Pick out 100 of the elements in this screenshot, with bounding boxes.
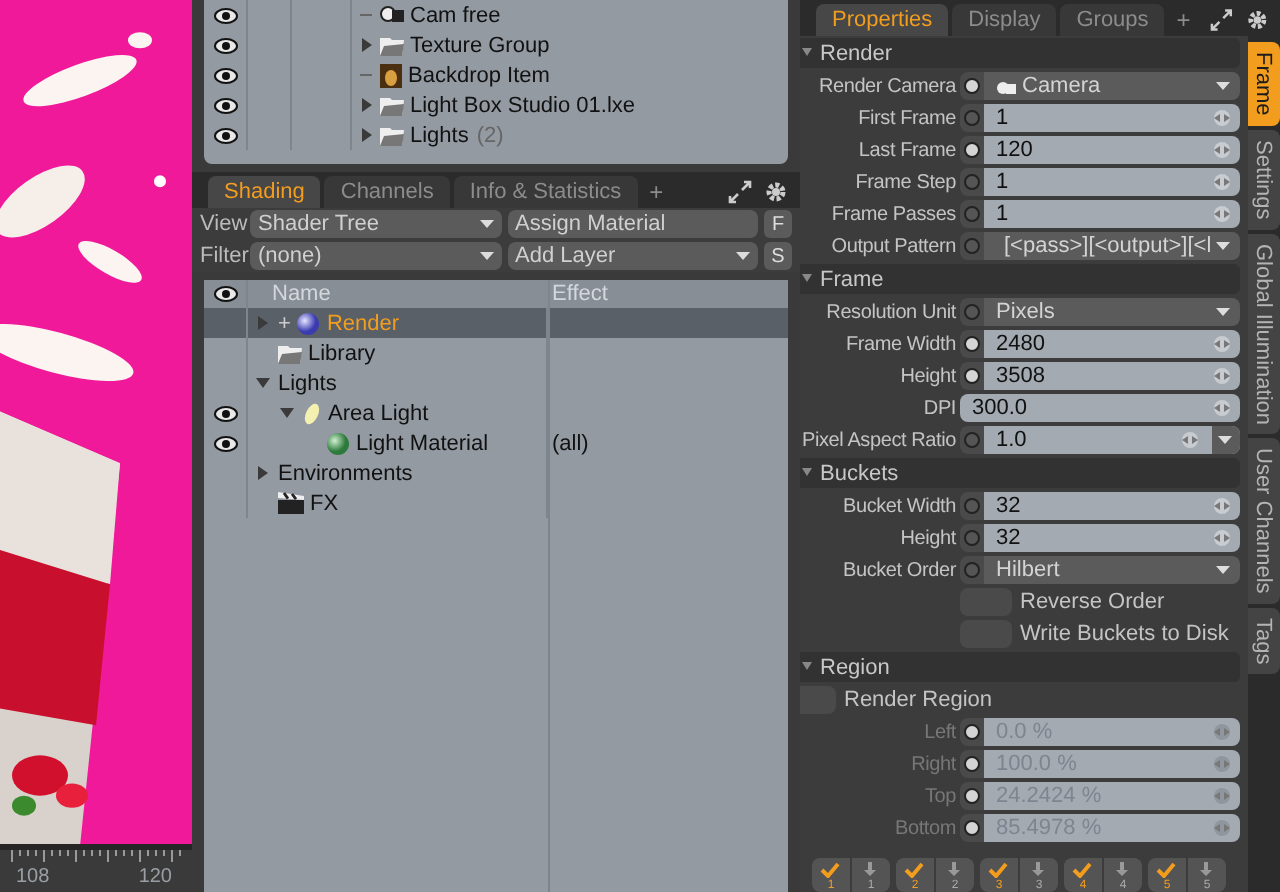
dropdown[interactable]: Hilbert: [984, 556, 1240, 584]
eye-icon[interactable]: [213, 286, 237, 302]
panel-tab[interactable]: Shading: [208, 176, 321, 208]
stepper-icon[interactable]: [1209, 530, 1234, 546]
action-button[interactable]: Add Layer: [507, 242, 758, 270]
number-field[interactable]: 1.0: [984, 426, 1240, 454]
number-field[interactable]: 300.0: [960, 394, 1240, 422]
column-header[interactable]: Name: [248, 282, 548, 306]
side-tab[interactable]: Frame: [1247, 42, 1280, 126]
action-button[interactable]: Assign Material: [507, 210, 758, 238]
panel-tab[interactable]: Display: [952, 4, 1057, 36]
section-header[interactable]: Buckets: [800, 458, 1240, 488]
channel-dot[interactable]: [964, 432, 980, 448]
stepper-icon[interactable]: [1209, 110, 1234, 126]
key-button[interactable]: S: [764, 242, 792, 270]
expand-arrow-icon[interactable]: [256, 466, 270, 480]
tree-row[interactable]: FX: [204, 488, 788, 518]
tree-row[interactable]: Light Material (all): [204, 428, 788, 458]
expand-icon[interactable]: [1210, 8, 1234, 32]
collapse-arrow-icon[interactable]: [802, 662, 812, 672]
item-row[interactable]: Texture Group: [204, 30, 788, 60]
tree-row[interactable]: Lights: [204, 368, 788, 398]
stepper-icon[interactable]: [1209, 174, 1234, 190]
channel-dot[interactable]: [964, 78, 980, 94]
panel-tab[interactable]: Channels: [324, 176, 450, 208]
stepper-icon[interactable]: [1209, 336, 1234, 352]
expand-icon[interactable]: [728, 180, 752, 204]
tree-row[interactable]: Environments: [204, 458, 788, 488]
collapse-arrow-icon[interactable]: [802, 468, 812, 478]
column-header[interactable]: Effect: [548, 282, 748, 306]
section-header[interactable]: Region: [800, 652, 1240, 682]
add-tab-button[interactable]: +: [641, 176, 672, 208]
settings-icon[interactable]: [764, 180, 788, 204]
eye-icon[interactable]: [213, 37, 237, 53]
key-button[interactable]: F: [764, 210, 792, 238]
channel-dot[interactable]: [964, 498, 980, 514]
panel-tab[interactable]: Properties: [816, 4, 949, 36]
channel-dot[interactable]: [964, 238, 980, 254]
add-tab-button[interactable]: +: [1168, 4, 1199, 36]
tree-row[interactable]: Area Light: [204, 398, 788, 428]
side-tab[interactable]: Tags: [1247, 607, 1280, 675]
layer-name: Library: [308, 341, 376, 365]
text-field[interactable]: [<pass>][<output>][<l: [984, 232, 1240, 260]
tree-row[interactable]: + Render: [204, 308, 788, 338]
add-icon[interactable]: +: [278, 311, 291, 335]
channel-dot[interactable]: [964, 142, 980, 158]
side-tab[interactable]: Settings: [1247, 129, 1280, 230]
dropdown[interactable]: Camera: [984, 72, 1240, 100]
expand-arrow-icon[interactable]: [359, 38, 373, 52]
stepper-icon[interactable]: [1209, 498, 1234, 514]
number-field[interactable]: 1: [984, 104, 1240, 132]
eye-icon[interactable]: [213, 7, 237, 23]
stepper-icon[interactable]: [1209, 206, 1234, 222]
stepper-icon[interactable]: [1209, 400, 1234, 416]
number-field[interactable]: 32: [984, 524, 1240, 552]
stepper-icon[interactable]: [1209, 368, 1234, 384]
item-row[interactable]: Cam free: [204, 0, 788, 30]
tree-row[interactable]: Library: [204, 338, 788, 368]
dropdown[interactable]: Pixels: [984, 298, 1240, 326]
channel-dot[interactable]: [964, 110, 980, 126]
settings-icon[interactable]: [1245, 8, 1268, 32]
item-row[interactable]: Light Box Studio 01.lxe: [204, 90, 788, 120]
channel-dot[interactable]: [964, 206, 980, 222]
collapse-arrow-icon[interactable]: [802, 48, 812, 58]
eye-icon[interactable]: [213, 435, 237, 451]
eye-icon[interactable]: [213, 405, 237, 421]
channel-dot[interactable]: [964, 174, 980, 190]
eye-icon[interactable]: [213, 127, 237, 143]
side-tab[interactable]: User Channels: [1247, 438, 1280, 604]
dropdown[interactable]: (none): [250, 242, 501, 270]
panel-tab[interactable]: Info & Statistics: [453, 176, 638, 208]
eye-icon[interactable]: [213, 67, 237, 83]
field-label: Render Camera: [816, 75, 959, 97]
section-header[interactable]: Frame: [800, 264, 1240, 294]
collapse-arrow-icon[interactable]: [280, 406, 294, 420]
collapse-arrow-icon[interactable]: [802, 274, 812, 284]
stepper-icon[interactable]: [1177, 432, 1202, 448]
channel-dot[interactable]: [964, 562, 980, 578]
panel-tab[interactable]: Groups: [1060, 4, 1165, 36]
channel-dot[interactable]: [964, 304, 980, 320]
channel-dot[interactable]: [964, 530, 980, 546]
number-field[interactable]: 120: [984, 136, 1240, 164]
stepper-icon[interactable]: [1209, 142, 1234, 158]
dropdown[interactable]: Shader Tree: [250, 210, 501, 238]
item-row[interactable]: Lights (2): [204, 120, 788, 150]
expand-arrow-icon[interactable]: [359, 98, 373, 112]
section-header[interactable]: Render: [800, 38, 1240, 68]
eye-icon[interactable]: [213, 97, 237, 113]
item-row[interactable]: Backdrop Item: [204, 60, 788, 90]
number-field[interactable]: 1: [984, 168, 1240, 196]
number-field[interactable]: 1: [984, 200, 1240, 228]
collapse-arrow-icon[interactable]: [256, 376, 270, 390]
channel-dot[interactable]: [964, 368, 980, 384]
number-field[interactable]: 3508: [984, 362, 1240, 390]
number-field[interactable]: 2480: [984, 330, 1240, 358]
expand-arrow-icon[interactable]: [359, 128, 373, 142]
number-field[interactable]: 32: [984, 492, 1240, 520]
side-tab[interactable]: Global Illumination: [1247, 233, 1280, 435]
menu-button[interactable]: [1211, 426, 1240, 454]
channel-dot[interactable]: [964, 336, 980, 352]
